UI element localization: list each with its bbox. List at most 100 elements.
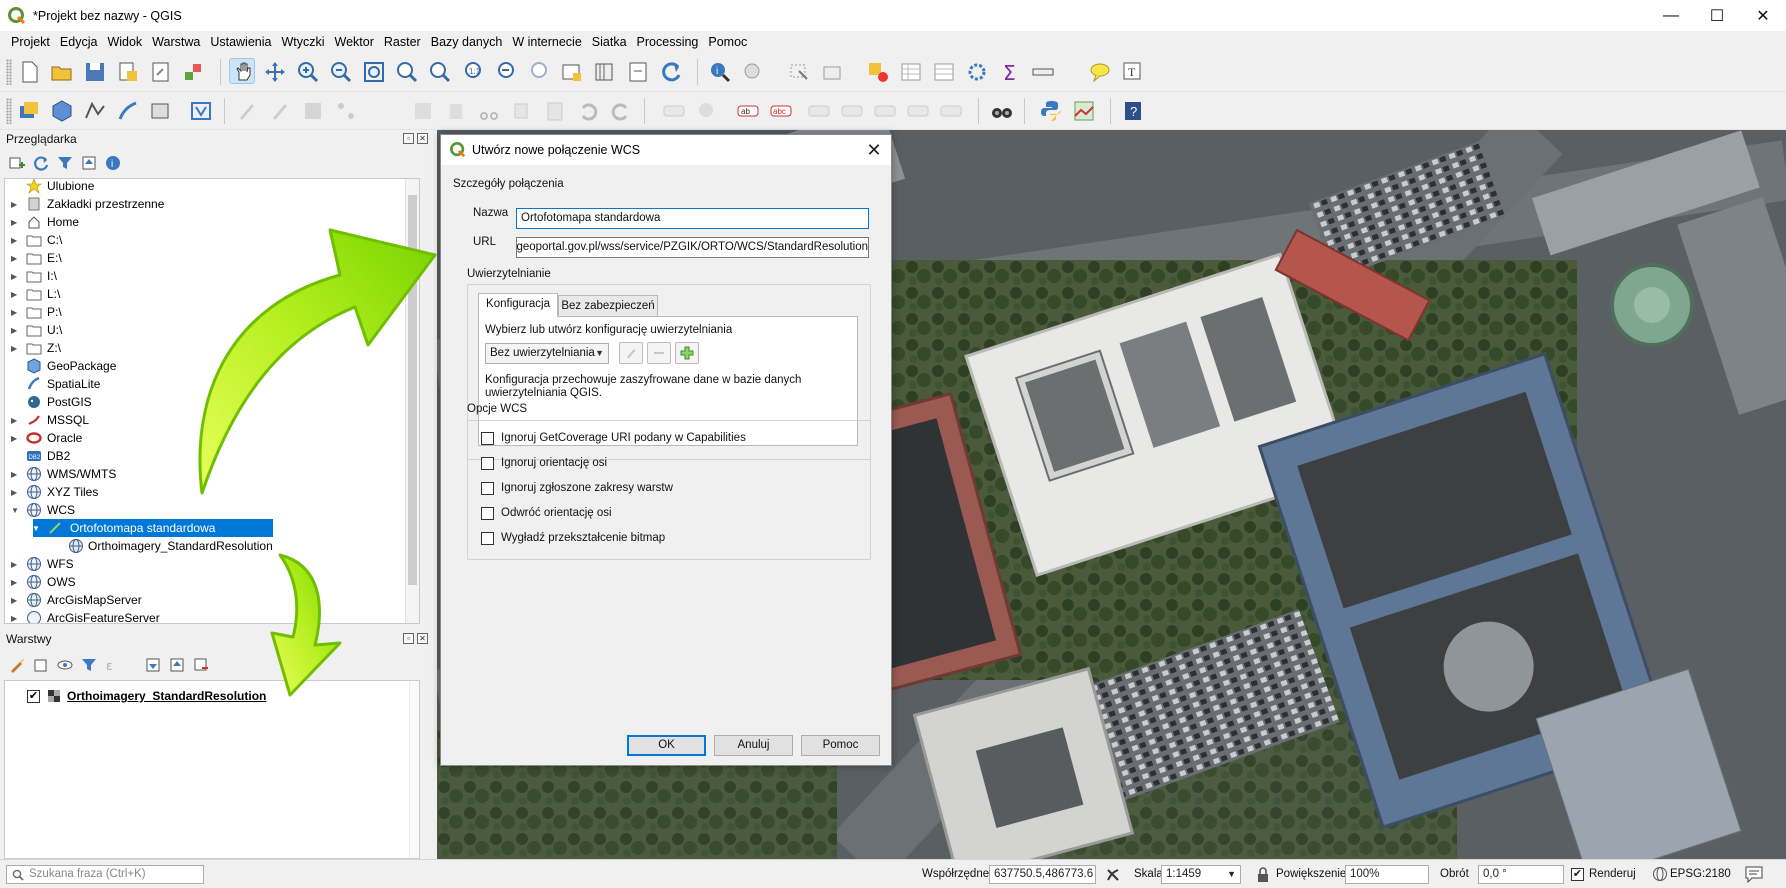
magnifier-spinbox[interactable]: 100% xyxy=(1345,865,1429,884)
collapse-all-icon[interactable] xyxy=(80,154,98,172)
expand-arrow-icon[interactable]: ▶ xyxy=(11,416,19,425)
checkbox[interactable] xyxy=(481,506,494,520)
vertex-tool-icon[interactable] xyxy=(333,98,359,124)
checkbox[interactable] xyxy=(481,431,494,445)
expand-arrow-icon[interactable]: ▶ xyxy=(11,344,19,353)
filter-legend-icon[interactable] xyxy=(80,656,98,674)
open-attribute-table-icon[interactable] xyxy=(898,59,924,85)
add-group-icon[interactable] xyxy=(32,656,50,674)
style-manager-icon[interactable] xyxy=(181,59,207,85)
collapse-arrow-icon[interactable]: ▼ xyxy=(32,524,40,533)
menu-warstwa[interactable]: Warstwa xyxy=(147,35,205,49)
map-tips-icon[interactable] xyxy=(625,59,651,85)
rotate-label-icon[interactable] xyxy=(905,98,931,124)
layer-visibility-checkbox[interactable]: ✔ xyxy=(27,689,40,703)
locator-search-input[interactable]: Szukana fraza (Ctrl+K) xyxy=(6,865,204,884)
expand-arrow-icon[interactable]: ▶ xyxy=(11,326,19,335)
menu-pomoc[interactable]: Pomoc xyxy=(703,35,752,49)
open-layer-styling-icon[interactable] xyxy=(8,656,26,674)
option-invert-axis-orientation[interactable]: Odwróć orientację osi xyxy=(481,505,612,521)
option-ignore-axis-orientation[interactable]: Ignoruj orientację osi xyxy=(481,455,607,471)
expand-arrow-icon[interactable]: ▶ xyxy=(11,470,19,479)
expand-arrow-icon[interactable]: ▶ xyxy=(11,218,19,227)
messages-icon[interactable] xyxy=(1744,865,1764,883)
coordinate-field[interactable]: 637750.5,486773.6 xyxy=(989,865,1096,884)
add-selected-layers-icon[interactable] xyxy=(8,154,26,172)
pin-labels-icon[interactable] xyxy=(806,98,832,124)
help-button[interactable]: Pomoc xyxy=(801,735,880,756)
tab-basic[interactable]: Bez zabezpieczeń xyxy=(558,295,658,317)
plugin-binoculars-icon[interactable] xyxy=(989,98,1015,124)
collapse-arrow-icon[interactable]: ▼ xyxy=(11,506,19,515)
edit-auth-button[interactable] xyxy=(619,342,643,364)
expand-arrow-icon[interactable]: ▶ xyxy=(11,596,19,605)
tree-item-spatial-bookmarks[interactable]: ▶ Zakładki przestrzenne xyxy=(5,195,415,213)
zoom-full-icon[interactable] xyxy=(361,59,387,85)
undo-icon[interactable] xyxy=(575,98,601,124)
new-map-view-icon[interactable] xyxy=(559,59,585,85)
new-print-layout-icon[interactable] xyxy=(115,59,141,85)
change-label-icon[interactable] xyxy=(938,98,964,124)
toolbar-grip[interactable] xyxy=(6,59,12,85)
current-edits-icon[interactable] xyxy=(234,98,260,124)
checkbox[interactable] xyxy=(481,456,494,470)
remove-auth-button[interactable] xyxy=(647,342,671,364)
lock-icon[interactable] xyxy=(1256,867,1270,883)
modify-attributes-icon[interactable] xyxy=(410,98,436,124)
refresh-icon[interactable] xyxy=(658,59,684,85)
cancel-button[interactable]: Anuluj xyxy=(714,735,793,756)
measure-line-icon[interactable] xyxy=(1030,59,1056,85)
expand-arrow-icon[interactable]: ▶ xyxy=(11,560,19,569)
zoom-to-selection-icon[interactable] xyxy=(394,59,420,85)
zoom-out-icon[interactable] xyxy=(328,59,354,85)
redo-icon[interactable] xyxy=(608,98,634,124)
auth-config-select[interactable]: Bez uwierzytelniania ▼ xyxy=(485,343,609,364)
text-annotation-icon[interactable]: T xyxy=(1120,59,1146,85)
close-window-button[interactable]: ✕ xyxy=(1740,0,1786,31)
tab-configuration[interactable]: Konfiguracja xyxy=(478,293,558,317)
paste-features-icon[interactable] xyxy=(542,98,568,124)
menu-wektor[interactable]: Wektor xyxy=(330,35,379,49)
new-virtual-layer-icon[interactable] xyxy=(188,98,214,124)
crs-globe-icon[interactable] xyxy=(1652,866,1668,882)
toggle-extents-icon[interactable] xyxy=(1104,866,1122,884)
python-console-icon[interactable] xyxy=(1038,98,1064,124)
cut-features-icon[interactable] xyxy=(476,98,502,124)
run-feature-action-icon[interactable] xyxy=(740,59,766,85)
toolbox-icon[interactable] xyxy=(964,59,990,85)
new-geopackage-layer-icon[interactable] xyxy=(49,98,75,124)
map-tip-annotation-icon[interactable] xyxy=(1087,59,1113,85)
minimize-button[interactable]: — xyxy=(1648,0,1694,31)
field-calculator-icon[interactable] xyxy=(931,59,957,85)
option-ignore-getcoverage-uri[interactable]: Ignoruj GetCoverage URI podany w Capabil… xyxy=(481,430,746,446)
label-tool-icon[interactable] xyxy=(661,98,687,124)
menu-raster[interactable]: Raster xyxy=(379,35,426,49)
enable-properties-icon[interactable]: i xyxy=(104,154,122,172)
expand-arrow-icon[interactable]: ▶ xyxy=(11,254,19,263)
pan-map-icon[interactable] xyxy=(229,58,255,84)
close-dialog-icon[interactable]: ✕ xyxy=(863,139,885,161)
name-input[interactable]: Ortofotomapa standardowa xyxy=(516,208,869,229)
expand-arrow-icon[interactable]: ▶ xyxy=(11,434,19,443)
identify-features-icon[interactable]: i xyxy=(707,59,733,85)
url-input[interactable]: ://mapy.geoportal.gov.pl/wss/service/PZG… xyxy=(516,237,869,258)
open-project-icon[interactable] xyxy=(49,59,75,85)
add-auth-button[interactable] xyxy=(675,342,699,364)
deselect-features-icon[interactable] xyxy=(865,59,891,85)
option-ignore-reported-extents[interactable]: Ignoruj zgłoszone zakresy warstw xyxy=(481,480,673,496)
refresh-browser-icon[interactable] xyxy=(32,154,50,172)
help-contents-icon[interactable]: ? xyxy=(1120,98,1146,124)
expand-arrow-icon[interactable]: ▶ xyxy=(11,578,19,587)
copy-features-icon[interactable] xyxy=(509,98,535,124)
pan-to-selection-icon[interactable] xyxy=(262,59,288,85)
new-project-icon[interactable] xyxy=(16,59,42,85)
new-spatialite-layer-icon[interactable] xyxy=(115,98,141,124)
toggle-label-display-icon[interactable]: abc xyxy=(768,98,794,124)
layout-manager-icon[interactable] xyxy=(148,59,174,85)
scale-select[interactable]: 1:1459 ▼ xyxy=(1161,865,1241,884)
menu-wtyczki[interactable]: Wtyczki xyxy=(276,35,329,49)
menu-ustawienia[interactable]: Ustawienia xyxy=(205,35,276,49)
move-label-icon[interactable] xyxy=(872,98,898,124)
new-temporary-layer-icon[interactable] xyxy=(148,98,174,124)
option-smooth-pixmap-transform[interactable]: Wygładź przekształcenie bitmap xyxy=(481,530,665,546)
